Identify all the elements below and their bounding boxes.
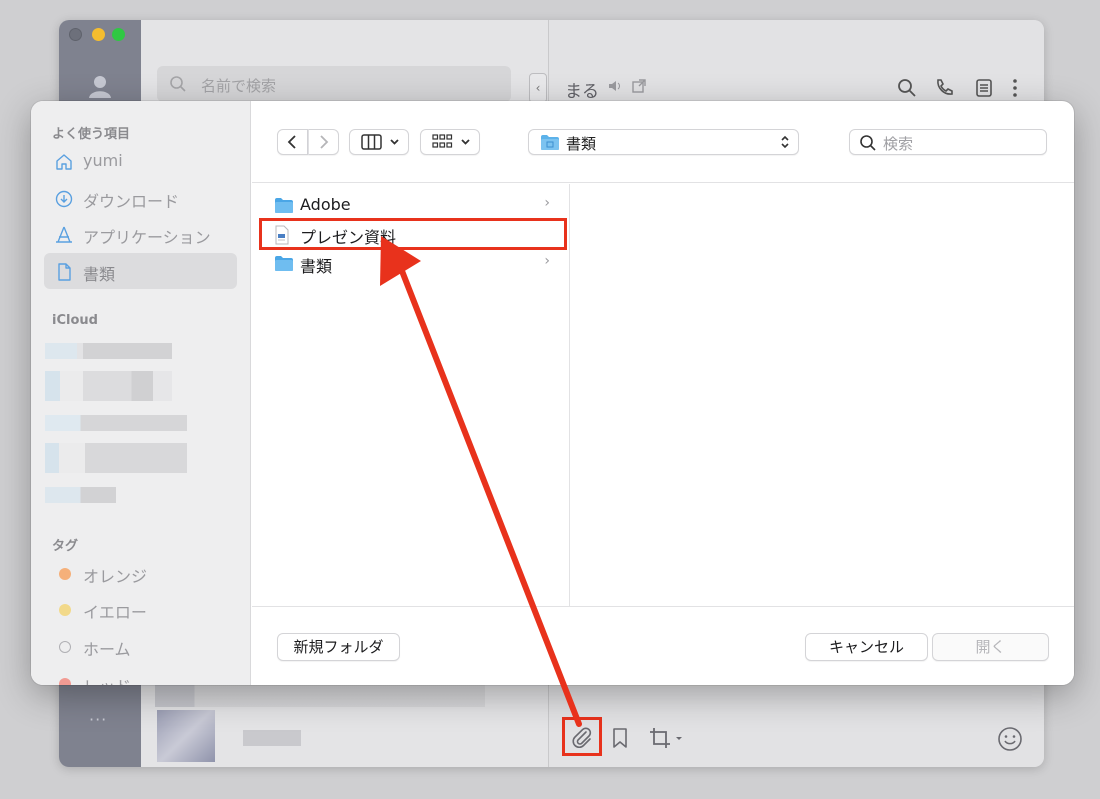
- chevron-right-icon: ›: [544, 253, 550, 269]
- tag-item-orange[interactable]: オレンジ: [44, 555, 237, 591]
- bookmark-icon[interactable]: [610, 726, 630, 750]
- updown-chevron-icon: [781, 135, 789, 149]
- folder-icon: [541, 135, 559, 150]
- file-row-documents[interactable]: 書類 ›: [252, 249, 570, 278]
- file-open-dialog: よく使う項目 yumi ダウンロード アプリケーション 書類 iCloud タグ…: [31, 101, 1074, 685]
- folder-icon: [275, 198, 293, 213]
- favorites-header: よく使う項目: [52, 127, 131, 142]
- sidebar-item-documents[interactable]: 書類: [44, 253, 237, 289]
- blurred-icloud-item: [45, 443, 187, 473]
- tag-label: イエロー: [83, 603, 147, 622]
- file-name: Adobe: [300, 195, 351, 214]
- screenshot-crop-icon[interactable]: [648, 726, 684, 750]
- file-row-highlight: [259, 218, 567, 250]
- blurred-chat-entry: [155, 685, 485, 707]
- yellow-tag-dot: [59, 604, 71, 616]
- chevron-right-icon: ›: [544, 195, 550, 211]
- sidebar-item-yumi[interactable]: yumi: [44, 143, 237, 179]
- sidebar-item-downloads[interactable]: ダウンロード: [44, 180, 237, 216]
- tag-item-yellow[interactable]: イエロー: [44, 591, 237, 627]
- more-vertical-icon[interactable]: [1011, 78, 1019, 98]
- sidebar-item-label: アプリケーション: [83, 228, 211, 247]
- more-menu-icon[interactable]: ···: [89, 710, 107, 729]
- sidebar-item-applications[interactable]: アプリケーション: [44, 216, 237, 252]
- profile-icon[interactable]: [88, 74, 112, 98]
- sidebar-item-label: yumi: [83, 151, 123, 170]
- location-popup[interactable]: 書類: [528, 129, 799, 155]
- search-icon: [170, 76, 186, 92]
- empty-tag-dot: [59, 641, 71, 653]
- download-icon: [55, 190, 73, 208]
- blurred-icloud-item: [45, 371, 172, 401]
- search-icon[interactable]: [897, 78, 917, 98]
- tag-label: オレンジ: [83, 567, 148, 586]
- folder-icon: [275, 256, 293, 271]
- chevron-left-icon: [287, 135, 296, 149]
- external-window-icon[interactable]: [631, 78, 647, 94]
- location-label: 書類: [566, 135, 597, 153]
- dialog-footer: 新規フォルダ キャンセル 開く: [252, 606, 1074, 685]
- home-icon: [56, 154, 72, 170]
- open-button[interactable]: 開く: [932, 633, 1049, 661]
- tag-item-home[interactable]: ホーム: [44, 628, 237, 664]
- paperclip-icon[interactable]: [570, 726, 594, 750]
- search-icon: [860, 135, 876, 151]
- back-button[interactable]: [277, 129, 308, 155]
- blurred-chat-name: [243, 730, 301, 746]
- chat-search-input[interactable]: 名前で検索: [157, 66, 511, 102]
- grid-icon: [432, 134, 470, 148]
- dialog-toolbar: 書類 検索: [252, 101, 1074, 183]
- blurred-icloud-item: [45, 415, 187, 431]
- window-minimize-button[interactable]: [92, 28, 105, 41]
- forward-button[interactable]: [308, 129, 339, 155]
- tag-item-red[interactable]: レッド: [44, 665, 237, 685]
- icloud-header: iCloud: [52, 313, 98, 328]
- blurred-icloud-item: [45, 343, 172, 359]
- phone-icon[interactable]: [934, 78, 954, 98]
- new-folder-button[interactable]: 新規フォルダ: [277, 633, 400, 661]
- window-close-button[interactable]: [69, 28, 82, 41]
- blurred-icloud-item: [45, 487, 116, 503]
- document-icon: [58, 263, 71, 281]
- orange-tag-dot: [59, 568, 71, 580]
- chat-title: まる: [565, 82, 599, 102]
- chevron-right-icon: [320, 135, 329, 149]
- mute-icon: [609, 81, 620, 91]
- column-view-button[interactable]: [349, 129, 409, 155]
- notes-icon[interactable]: [975, 78, 993, 98]
- search-placeholder: 検索: [883, 135, 914, 153]
- search-input[interactable]: 検索: [849, 129, 1047, 155]
- applications-icon: [56, 226, 72, 243]
- file-name: 書類: [300, 257, 333, 276]
- tag-label: ホーム: [83, 640, 131, 659]
- collapse-list-button[interactable]: ‹: [529, 73, 547, 103]
- tag-label: レッド: [83, 673, 131, 685]
- red-tag-dot: [59, 678, 71, 685]
- tags-header: タグ: [52, 539, 79, 554]
- group-view-button[interactable]: [420, 129, 480, 155]
- blurred-avatar: [157, 710, 215, 762]
- columns-icon: [361, 134, 399, 150]
- sidebar-item-label: ダウンロード: [83, 192, 180, 211]
- dialog-sidebar: よく使う項目 yumi ダウンロード アプリケーション 書類 iCloud タグ…: [31, 101, 251, 685]
- cancel-button[interactable]: キャンセル: [805, 633, 928, 661]
- sidebar-item-label: 書類: [83, 265, 116, 284]
- preview-column: [571, 184, 1074, 606]
- file-browser-column: Adobe › プレゼン資料 書類 ›: [252, 184, 570, 606]
- window-maximize-button[interactable]: [112, 28, 125, 41]
- search-placeholder: 名前で検索: [201, 77, 277, 95]
- file-row-adobe[interactable]: Adobe ›: [252, 191, 570, 220]
- emoji-icon[interactable]: [997, 726, 1023, 752]
